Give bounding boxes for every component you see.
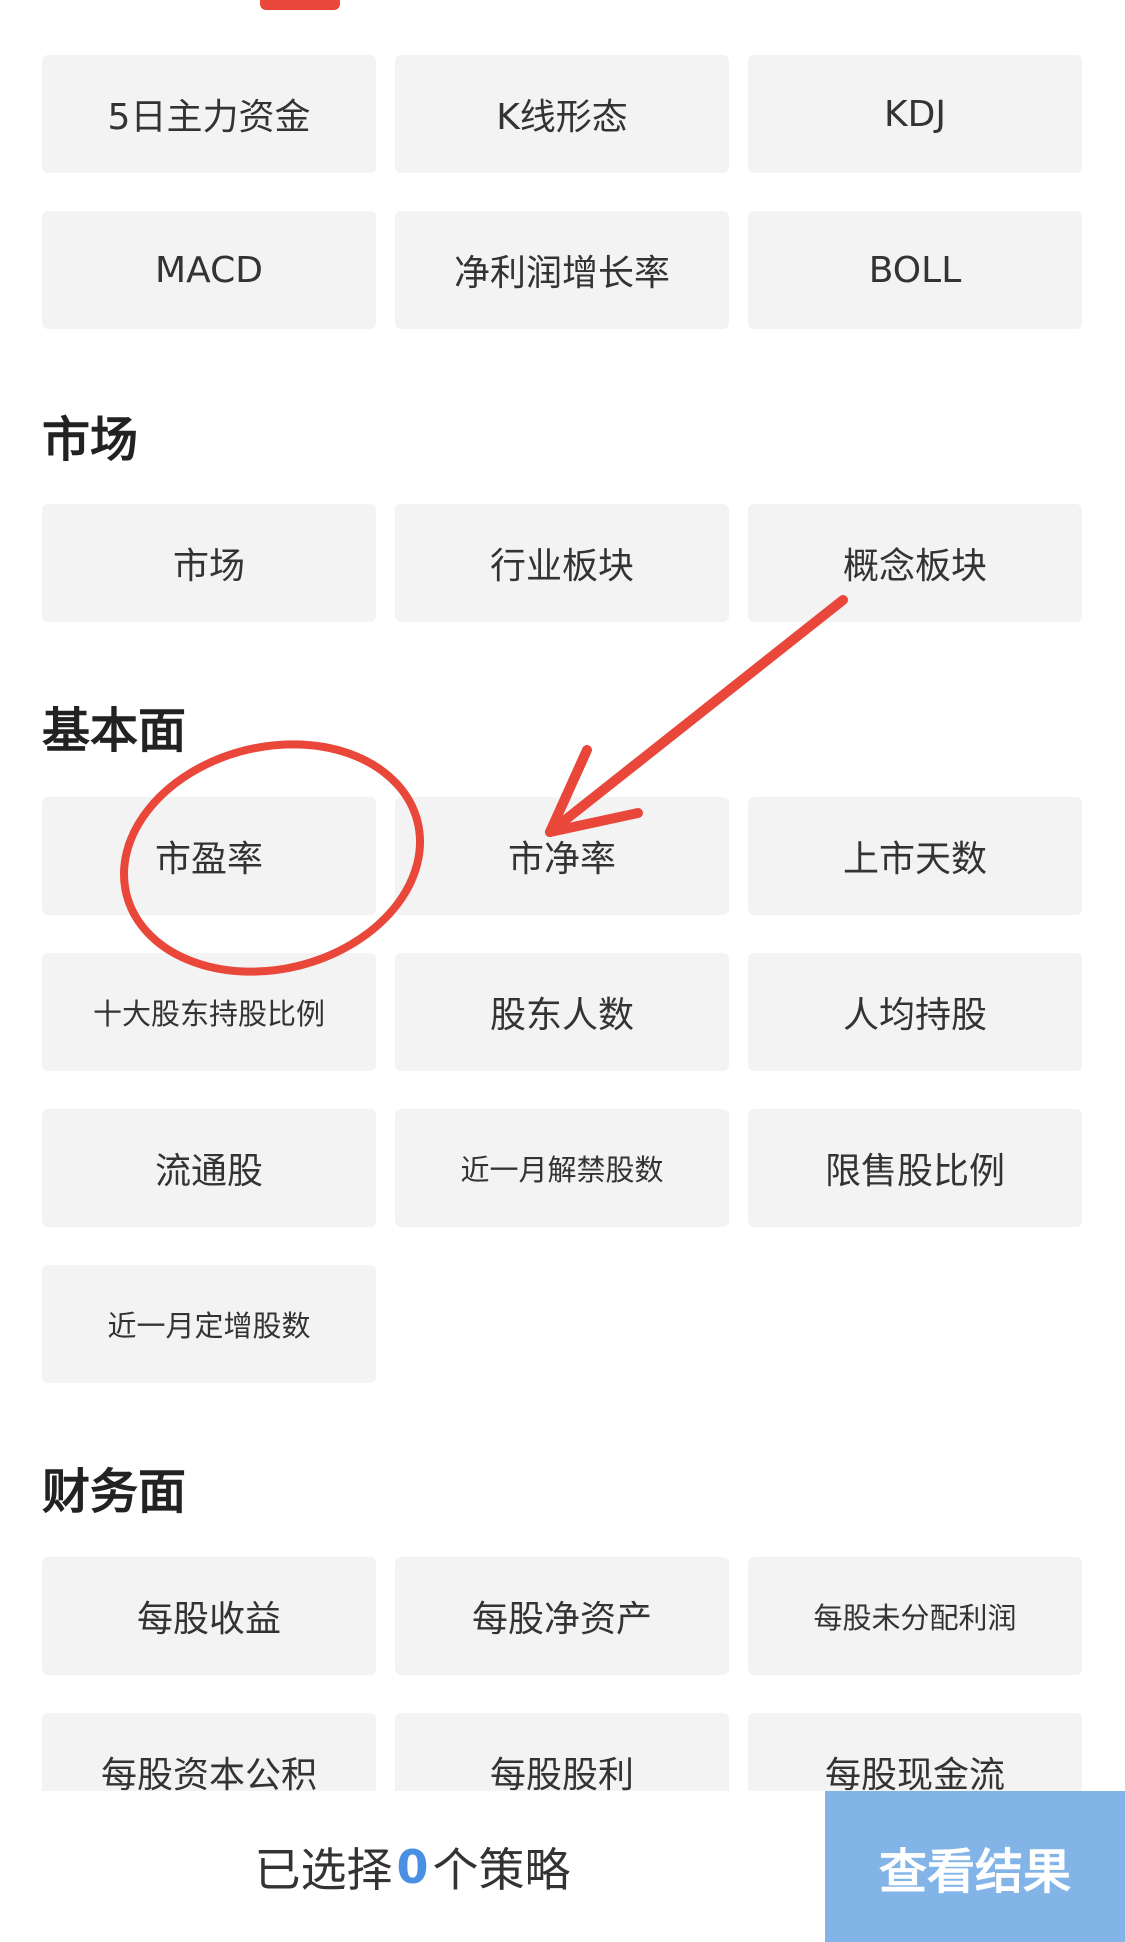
section-title-financial: 财务面 — [42, 1464, 187, 1520]
strategy-chip-concept-sector[interactable]: 概念板块 — [748, 504, 1082, 622]
strategy-chip-bps[interactable]: 每股净资产 — [395, 1557, 729, 1675]
strategy-chip-5day-main-funds[interactable]: 5日主力资金 — [42, 55, 376, 173]
strategy-chip-macd[interactable]: MACD — [42, 211, 376, 329]
strategy-chip-top10-holders-ratio[interactable]: 十大股东持股比例 — [42, 953, 376, 1071]
strategy-chip-days-listed[interactable]: 上市天数 — [748, 797, 1082, 915]
strategy-chip-undistributed-profit-ps[interactable]: 每股未分配利润 — [748, 1557, 1082, 1675]
selected-strategy-summary: 已选择 0 个策略 — [0, 1791, 825, 1942]
strategy-chip-market[interactable]: 市场 — [42, 504, 376, 622]
strategy-chip-restricted-share-ratio[interactable]: 限售股比例 — [748, 1109, 1082, 1227]
strategy-chip-unlock-shares-month[interactable]: 近一月解禁股数 — [395, 1109, 729, 1227]
strategy-chip-avg-holding[interactable]: 人均持股 — [748, 953, 1082, 1071]
strategy-chip-private-placement-month[interactable]: 近一月定增股数 — [42, 1265, 376, 1383]
strategy-chip-kdj[interactable]: KDJ — [748, 55, 1082, 173]
strategy-chip-boll[interactable]: BOLL — [748, 211, 1082, 329]
section-title-fundamental: 基本面 — [42, 703, 187, 759]
strategy-chip-kline-pattern[interactable]: K线形态 — [395, 55, 729, 173]
strategy-chip-eps[interactable]: 每股收益 — [42, 1557, 376, 1675]
bottom-bar: 已选择 0 个策略 查看结果 — [0, 1791, 1125, 1942]
strategy-chip-net-profit-growth[interactable]: 净利润增长率 — [395, 211, 729, 329]
section-title-market: 市场 — [42, 412, 139, 468]
strategy-chip-pb-ratio[interactable]: 市净率 — [395, 797, 729, 915]
strategy-chip-pe-ratio[interactable]: 市盈率 — [42, 797, 376, 915]
hot-badge — [260, 0, 340, 10]
selected-suffix: 个策略 — [432, 1842, 571, 1897]
strategy-chip-industry-sector[interactable]: 行业板块 — [395, 504, 729, 622]
strategy-chip-shareholder-count[interactable]: 股东人数 — [395, 953, 729, 1071]
view-results-button[interactable]: 查看结果 — [825, 1791, 1125, 1942]
selected-count: 0 — [396, 1839, 429, 1894]
strategy-chip-float-shares[interactable]: 流通股 — [42, 1109, 376, 1227]
selected-prefix: 已选择 — [254, 1842, 393, 1897]
